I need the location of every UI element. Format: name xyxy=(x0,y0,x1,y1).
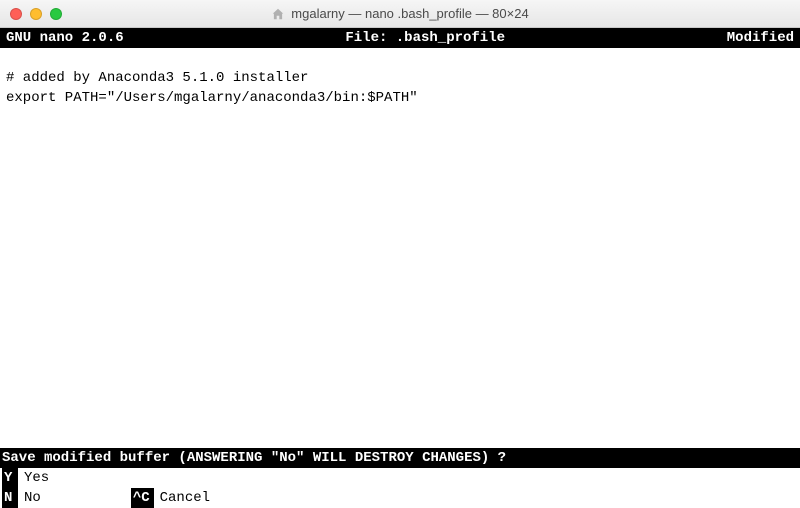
window-controls xyxy=(10,8,62,20)
blank-row xyxy=(0,328,800,348)
blank-row xyxy=(0,388,800,408)
window-title: mgalarny — nano .bash_profile — 80×24 xyxy=(291,6,528,21)
editor-line: export PATH="/Users/mgalarny/anaconda3/b… xyxy=(6,88,794,108)
nano-modified-status: Modified xyxy=(727,28,794,48)
label-cancel: Cancel xyxy=(154,488,210,508)
options-row: N No ^C Cancel xyxy=(2,488,798,508)
blank-row xyxy=(0,268,800,288)
label-yes: Yes xyxy=(18,468,49,488)
blank-row xyxy=(0,348,800,368)
blank-row xyxy=(0,148,800,168)
window-title-wrap: mgalarny — nano .bash_profile — 80×24 xyxy=(0,6,800,21)
nano-options: Y Yes N No ^C Cancel xyxy=(0,468,800,508)
terminal-view[interactable]: GNU nano 2.0.6 File: .bash_profile Modif… xyxy=(0,28,800,508)
blank-row xyxy=(0,208,800,228)
maximize-icon[interactable] xyxy=(50,8,62,20)
blank-row xyxy=(0,188,800,208)
blank-row xyxy=(0,108,800,128)
nano-app-name: GNU nano 2.0.6 xyxy=(6,28,124,48)
nano-header-bar: GNU nano 2.0.6 File: .bash_profile Modif… xyxy=(0,28,800,48)
key-n: N xyxy=(2,488,18,508)
options-row: Y Yes xyxy=(2,468,798,488)
key-y: Y xyxy=(2,468,18,488)
blank-row xyxy=(0,228,800,248)
blank-row xyxy=(0,248,800,268)
label-no: No xyxy=(18,488,41,508)
close-icon[interactable] xyxy=(10,8,22,20)
nano-save-prompt: Save modified buffer (ANSWERING "No" WIL… xyxy=(0,448,800,468)
blank-row xyxy=(0,168,800,188)
option-cancel[interactable]: ^C Cancel xyxy=(131,488,210,508)
key-ctrl-c: ^C xyxy=(131,488,154,508)
blank-row xyxy=(0,408,800,428)
editor-content[interactable]: # added by Anaconda3 5.1.0 installer exp… xyxy=(0,68,800,108)
minimize-icon[interactable] xyxy=(30,8,42,20)
editor-line: # added by Anaconda3 5.1.0 installer xyxy=(6,68,794,88)
home-icon xyxy=(271,7,285,21)
blank-row xyxy=(0,428,800,448)
blank-row xyxy=(0,288,800,308)
blank-row xyxy=(0,308,800,328)
blank-row xyxy=(0,368,800,388)
macos-titlebar: mgalarny — nano .bash_profile — 80×24 xyxy=(0,0,800,28)
nano-file-label: File: .bash_profile xyxy=(124,28,727,48)
option-yes[interactable]: Y Yes xyxy=(2,468,49,488)
option-no[interactable]: N No xyxy=(2,488,41,508)
blank-row xyxy=(0,128,800,148)
blank-row xyxy=(0,48,800,68)
